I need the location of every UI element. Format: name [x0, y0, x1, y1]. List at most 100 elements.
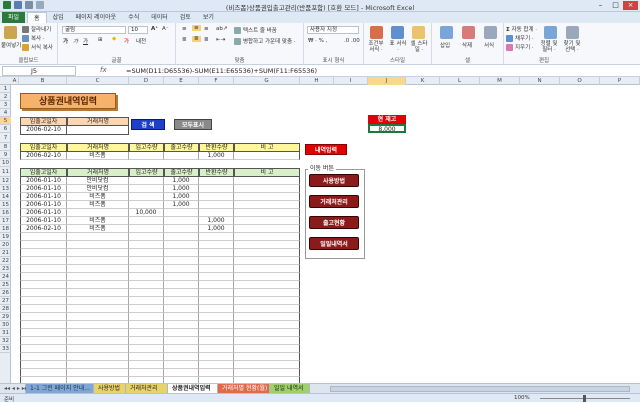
main-empty-cell[interactable] — [129, 265, 164, 273]
main-empty-cell[interactable] — [67, 289, 129, 297]
main-cell[interactable] — [164, 217, 199, 225]
font-size-select[interactable]: 10 — [128, 26, 148, 34]
col-header-i[interactable]: I — [334, 77, 368, 85]
border-icon[interactable]: ⊞ — [98, 37, 103, 43]
col-header-k[interactable]: K — [406, 77, 440, 85]
main-empty-cell[interactable] — [199, 233, 234, 241]
main-empty-cell[interactable] — [234, 289, 300, 297]
row-header[interactable]: 26 — [0, 289, 11, 297]
main-empty-cell[interactable] — [199, 249, 234, 257]
col-header-c[interactable]: C — [67, 77, 129, 85]
main-empty-cell[interactable] — [234, 241, 300, 249]
col-header-a[interactable]: A — [11, 77, 19, 85]
row-header[interactable]: 30 — [0, 321, 11, 329]
format-cells-icon[interactable] — [484, 26, 497, 39]
main-empty-cell[interactable] — [234, 273, 300, 281]
main-empty-cell[interactable] — [164, 273, 199, 281]
main-cell[interactable]: 비즈폼 — [67, 225, 129, 233]
main-empty-cell[interactable] — [129, 233, 164, 241]
table-format-icon[interactable] — [391, 26, 404, 39]
row-header[interactable]: 20 — [0, 241, 11, 249]
main-empty-cell[interactable] — [67, 313, 129, 321]
row-header[interactable]: 22 — [0, 257, 11, 265]
main-cell[interactable] — [129, 217, 164, 225]
tab-insert[interactable]: 삽입 — [47, 12, 70, 23]
main-empty-cell[interactable] — [20, 273, 67, 281]
align-top-icon[interactable]: ≡ — [182, 26, 187, 32]
underline-icon[interactable]: 가 — [83, 37, 88, 45]
row-header[interactable]: 3 — [0, 101, 11, 109]
cell-style-button[interactable]: 셀 스타일 · — [409, 41, 429, 53]
main-cell[interactable]: 2006-01-10 — [20, 209, 67, 217]
search-button[interactable]: 검 색 — [131, 119, 165, 130]
main-empty-cell[interactable] — [164, 257, 199, 265]
main-empty-cell[interactable] — [234, 233, 300, 241]
col-header-o[interactable]: O — [560, 77, 600, 85]
tab-data[interactable]: 데이터 — [145, 12, 174, 23]
main-empty-cell[interactable] — [234, 353, 300, 361]
row-header[interactable]: 31 — [0, 329, 11, 337]
row-header[interactable]: 33 — [0, 345, 11, 353]
row-header[interactable]: 18 — [0, 225, 11, 233]
main-empty-cell[interactable] — [67, 305, 129, 313]
main-empty-cell[interactable] — [129, 353, 164, 361]
main-empty-cell[interactable] — [20, 257, 67, 265]
main-cell[interactable] — [129, 185, 164, 193]
main-empty-cell[interactable] — [199, 281, 234, 289]
sort-filter-icon[interactable] — [544, 26, 557, 39]
main-empty-cell[interactable] — [20, 369, 67, 377]
main-empty-cell[interactable] — [164, 289, 199, 297]
col-header-e[interactable]: E — [164, 77, 199, 85]
main-empty-cell[interactable] — [164, 369, 199, 377]
tab-review[interactable]: 검토 — [174, 12, 197, 23]
align-center-icon[interactable]: ≣ — [192, 36, 201, 42]
main-empty-cell[interactable] — [164, 249, 199, 257]
main-empty-cell[interactable] — [129, 329, 164, 337]
result-cell[interactable]: 2006-02-10 — [20, 152, 67, 160]
main-cell[interactable]: 1,000 — [199, 217, 234, 225]
align-middle-icon[interactable]: ≡ — [192, 25, 201, 31]
main-empty-cell[interactable] — [234, 297, 300, 305]
main-empty-cell[interactable] — [20, 305, 67, 313]
main-empty-cell[interactable] — [199, 305, 234, 313]
horizontal-scrollbar[interactable] — [330, 386, 630, 392]
main-empty-cell[interactable] — [164, 297, 199, 305]
fill-button[interactable]: 채우기 · — [506, 34, 534, 42]
paste-button[interactable]: 붙여넣기 — [1, 41, 21, 49]
main-empty-cell[interactable] — [129, 321, 164, 329]
main-empty-cell[interactable] — [20, 337, 67, 345]
row-header[interactable]: 27 — [0, 297, 11, 305]
show-all-button[interactable]: 모두표시 — [174, 119, 212, 130]
main-empty-cell[interactable] — [199, 273, 234, 281]
close-button[interactable]: × — [623, 1, 638, 10]
main-cell[interactable] — [67, 209, 129, 217]
main-empty-cell[interactable] — [20, 233, 67, 241]
insert-cells-button[interactable]: 삽입 — [440, 41, 450, 49]
main-cell[interactable] — [129, 177, 164, 185]
main-empty-cell[interactable] — [234, 257, 300, 265]
main-cell[interactable] — [234, 209, 300, 217]
search-date-input[interactable]: 2006-02-10 — [20, 126, 67, 135]
row-header[interactable]: 32 — [0, 337, 11, 345]
main-empty-cell[interactable] — [164, 313, 199, 321]
maximize-button[interactable]: □ — [608, 1, 623, 10]
main-cell[interactable]: 비즈폼 — [67, 201, 129, 209]
col-header-p[interactable]: P — [600, 77, 640, 85]
main-empty-cell[interactable] — [20, 241, 67, 249]
main-empty-cell[interactable] — [67, 297, 129, 305]
main-empty-cell[interactable] — [234, 369, 300, 377]
result-cell[interactable] — [129, 152, 164, 160]
main-empty-cell[interactable] — [164, 361, 199, 369]
main-cell[interactable] — [234, 217, 300, 225]
main-cell[interactable] — [164, 209, 199, 217]
main-empty-cell[interactable] — [199, 345, 234, 353]
col-header-h[interactable]: H — [300, 77, 334, 85]
main-empty-cell[interactable] — [129, 345, 164, 353]
main-empty-cell[interactable] — [67, 329, 129, 337]
main-empty-cell[interactable] — [20, 289, 67, 297]
delete-cells-button[interactable]: 삭제 — [462, 41, 472, 49]
main-empty-cell[interactable] — [67, 273, 129, 281]
main-empty-cell[interactable] — [129, 249, 164, 257]
main-empty-cell[interactable] — [20, 353, 67, 361]
main-empty-cell[interactable] — [199, 297, 234, 305]
